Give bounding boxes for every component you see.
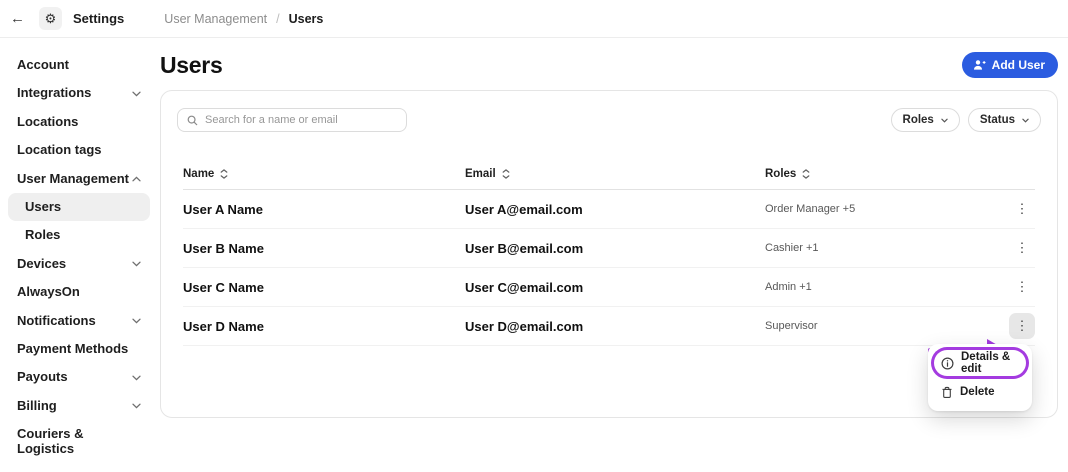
context-menu-item-label: Delete [960,386,995,398]
roles-filter-dropdown[interactable]: Roles [891,108,960,132]
user-email-cell: User D@email.com [465,319,765,334]
sidebar-item-account[interactable]: Account [8,51,150,79]
sidebar-item-label: Integrations [17,86,91,100]
sidebar-item-users[interactable]: Users [8,193,150,221]
sidebar-item-location-tags[interactable]: Location tags [8,136,150,164]
table-row: User B Name User B@email.com Cashier +1 … [183,229,1035,268]
chevron-icon [132,91,141,97]
sidebar-item-devices[interactable]: Devices [8,250,150,278]
sidebar-item-label: AlwaysOn [17,285,80,299]
search-box [177,108,407,132]
sidebar-item-label: Couriers & Logistics [17,427,132,456]
sidebar-item-label: Location tags [17,143,102,157]
sidebar-item-label: Payouts [17,370,68,384]
user-name-cell: User C Name [183,280,465,295]
row-actions-kebab-icon[interactable]: ⋮ [1009,274,1035,300]
top-bar: ← ⚙ Settings User Management / Users [0,0,1068,38]
users-table: Name Email Roles [161,158,1057,346]
sidebar-item-roles[interactable]: Roles [8,221,150,249]
settings-users-page: ← ⚙ Settings User Management / Users Acc… [0,0,1068,472]
user-email-cell: User A@email.com [465,202,765,217]
chevron-down-icon [1022,118,1029,123]
sidebar-item-billing[interactable]: Billing [8,392,150,420]
sidebar-item-alwayson[interactable]: AlwaysOn [8,278,150,306]
status-filter-dropdown[interactable]: Status [968,108,1041,132]
user-roles-cell: Cashier +1 [765,242,1005,254]
info-icon [941,357,954,370]
row-context-menu: Details & edit Delete [928,344,1032,411]
sidebar-item-label: Billing [17,399,57,413]
breadcrumb-separator: / [276,12,279,26]
table-body: User A Name User A@email.com Order Manag… [183,190,1035,346]
page-title: Users [160,52,222,79]
sidebar-item-user-management[interactable]: User Management [8,165,150,193]
chevron-icon [132,375,141,381]
chevron-down-icon [941,118,948,123]
sort-icon [802,169,810,179]
user-name-cell: User A Name [183,202,465,217]
sidebar-item-couriers-logistics[interactable]: Couriers & Logistics [8,420,150,463]
user-email-cell: User B@email.com [465,241,765,256]
sidebar-item-notifications[interactable]: Notifications [8,307,150,335]
chevron-icon [132,403,141,409]
context-menu-item-delete[interactable]: Delete [934,379,1026,405]
user-roles-cell: Supervisor [765,320,1005,332]
trash-icon [941,386,953,399]
sidebar-item-payouts[interactable]: Payouts [8,363,150,391]
sort-icon [220,169,228,179]
breadcrumb-users[interactable]: Users [289,12,324,26]
sidebar-item-label: Account [17,58,69,72]
user-roles-cell: Order Manager +5 [765,203,1005,215]
column-header-roles[interactable]: Roles [765,168,1005,180]
sidebar-item-locations[interactable]: Locations [8,108,150,136]
sidebar-item-label: User Management [17,172,129,186]
row-actions-kebab-icon[interactable]: ⋮ [1009,235,1035,261]
search-icon [187,115,198,126]
add-user-button[interactable]: Add User [962,52,1058,78]
row-actions-kebab-icon[interactable]: ⋮ [1009,313,1035,339]
user-roles-cell: Admin +1 [765,281,1005,293]
user-name-cell: User D Name [183,319,465,334]
back-arrow-icon[interactable]: ← [10,10,28,27]
sidebar-item-payment-methods[interactable]: Payment Methods [8,335,150,363]
context-menu-item-label: Details & edit [961,351,1019,375]
breadcrumb: User Management / Users [164,12,323,26]
sidebar-item-label: Users [25,200,61,214]
column-header-email[interactable]: Email [465,168,765,180]
table-header-row: Name Email Roles [183,158,1035,190]
sidebar-item-label: Payment Methods [17,342,128,356]
table-row: User C Name User C@email.com Admin +1 ⋮ [183,268,1035,307]
gear-icon: ⚙ [39,7,62,30]
chevron-icon [132,318,141,324]
context-menu-item-details-edit[interactable]: Details & edit [934,350,1026,376]
row-actions-kebab-icon[interactable]: ⋮ [1009,196,1035,222]
person-add-icon [973,59,986,71]
column-header-name[interactable]: Name [183,168,465,180]
breadcrumb-settings[interactable]: Settings [73,11,124,26]
chevron-icon [132,176,141,182]
breadcrumb-user-management[interactable]: User Management [164,12,267,26]
table-row: User D Name User D@email.com Supervisor … [183,307,1035,346]
settings-sidebar: Account Integrations Locations Location … [0,38,158,472]
filter-group: Roles Status [891,108,1041,132]
sidebar-item-reports[interactable]: Reports [8,463,150,472]
table-row: User A Name User A@email.com Order Manag… [183,190,1035,229]
sidebar-item-integrations[interactable]: Integrations [8,79,150,107]
sidebar-item-label: Devices [17,257,66,271]
users-card: Roles Status [160,90,1058,418]
sort-icon [502,169,510,179]
user-name-cell: User B Name [183,241,465,256]
user-email-cell: User C@email.com [465,280,765,295]
sidebar-item-label: Roles [25,228,60,242]
search-input[interactable] [205,114,397,126]
sidebar-item-label: Locations [17,115,78,129]
chevron-icon [132,261,141,267]
sidebar-item-label: Notifications [17,314,96,328]
